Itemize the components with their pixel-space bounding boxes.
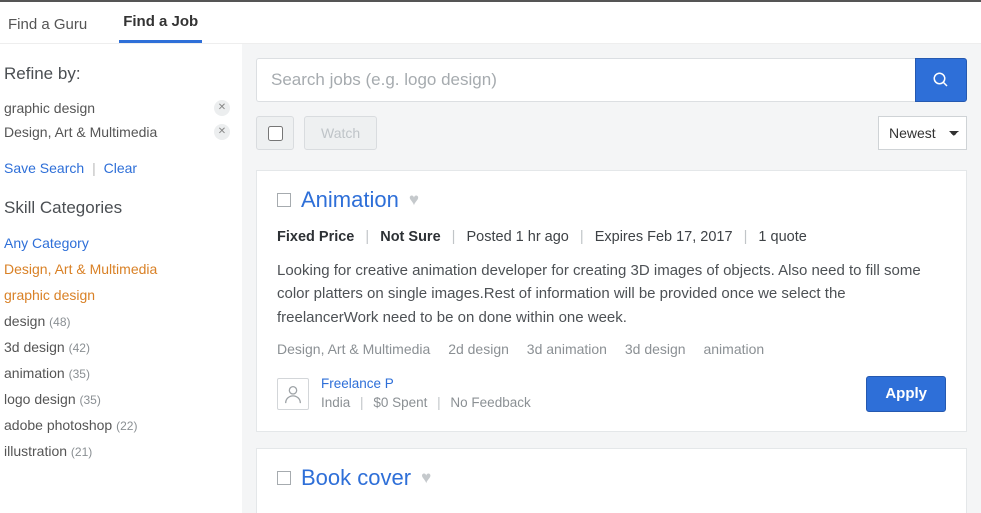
- category-label: 3d design: [4, 339, 65, 355]
- filter-label: graphic design: [4, 100, 95, 116]
- job-card: Book cover ♥: [256, 448, 967, 513]
- category-label: design: [4, 313, 45, 329]
- category-count: (42): [69, 341, 90, 355]
- sort-select[interactable]: Newest: [878, 116, 967, 150]
- category-count: (22): [116, 419, 137, 433]
- price-type: Fixed Price: [277, 229, 354, 245]
- search-input[interactable]: [256, 58, 915, 102]
- category-item[interactable]: illustration (21): [4, 438, 230, 464]
- job-title-link[interactable]: Animation: [301, 187, 399, 213]
- expires: Expires Feb 17, 2017: [595, 229, 733, 245]
- main-tabs: Find a Guru Find a Job: [0, 2, 981, 44]
- budget: Not Sure: [380, 229, 440, 245]
- filter-actions: Save Search | Clear: [4, 160, 230, 176]
- search-icon: [932, 71, 950, 89]
- job-tags: Design, Art & Multimedia 2d design 3d an…: [277, 341, 946, 357]
- select-all-checkbox[interactable]: [268, 126, 283, 141]
- separator: |: [92, 160, 96, 176]
- category-label: illustration: [4, 443, 67, 459]
- job-checkbox[interactable]: [277, 471, 291, 485]
- active-filter: graphic design ✕: [4, 96, 230, 120]
- category-item[interactable]: logo design (35): [4, 386, 230, 412]
- poster-feedback: No Feedback: [450, 395, 530, 410]
- save-search-link[interactable]: Save Search: [4, 160, 84, 176]
- tag[interactable]: 3d design: [625, 341, 686, 357]
- apply-button[interactable]: Apply: [866, 376, 946, 412]
- job-description: Looking for creative animation developer…: [277, 259, 946, 329]
- poster-row: Freelance P India | $0 Spent | No Feedba…: [277, 375, 946, 413]
- category-item[interactable]: graphic design: [4, 282, 230, 308]
- category-item[interactable]: adobe photoshop (22): [4, 412, 230, 438]
- watch-button[interactable]: Watch: [304, 116, 377, 150]
- posted-time: Posted 1 hr ago: [466, 229, 568, 245]
- category-label: animation: [4, 365, 65, 381]
- skill-categories-heading: Skill Categories: [4, 198, 230, 218]
- poster-spent: $0 Spent: [373, 395, 427, 410]
- tab-find-guru[interactable]: Find a Guru: [4, 6, 91, 43]
- category-item[interactable]: animation (35): [4, 360, 230, 386]
- category-any[interactable]: Any Category: [4, 230, 230, 256]
- search-button[interactable]: [915, 58, 967, 102]
- job-meta: Fixed Price | Not Sure | Posted 1 hr ago…: [277, 229, 946, 245]
- poster-location: India: [321, 395, 350, 410]
- tag[interactable]: animation: [703, 341, 764, 357]
- select-all-box[interactable]: [256, 116, 294, 150]
- category-item[interactable]: Design, Art & Multimedia: [4, 256, 230, 282]
- tab-find-job[interactable]: Find a Job: [119, 3, 202, 43]
- poster-name-link[interactable]: Freelance P: [321, 376, 394, 391]
- category-label: adobe photoshop: [4, 417, 112, 433]
- tag[interactable]: 2d design: [448, 341, 509, 357]
- category-item[interactable]: design (48): [4, 308, 230, 334]
- favorite-icon[interactable]: ♥: [421, 468, 431, 488]
- tag[interactable]: Design, Art & Multimedia: [277, 341, 430, 357]
- avatar: [277, 378, 309, 410]
- job-card: Animation ♥ Fixed Price | Not Sure | Pos…: [256, 170, 967, 432]
- main-content: Watch Newest Animation ♥ Fixed Price | N…: [242, 44, 981, 513]
- poster-info: Freelance P India | $0 Spent | No Feedba…: [321, 375, 531, 413]
- refine-by-heading: Refine by:: [4, 64, 230, 84]
- favorite-icon[interactable]: ♥: [409, 190, 419, 210]
- category-item[interactable]: 3d design (42): [4, 334, 230, 360]
- category-count: (48): [49, 315, 70, 329]
- tag[interactable]: 3d animation: [527, 341, 607, 357]
- category-count: (21): [71, 445, 92, 459]
- clear-filters-link[interactable]: Clear: [104, 160, 137, 176]
- remove-filter-icon[interactable]: ✕: [214, 124, 230, 140]
- filter-label: Design, Art & Multimedia: [4, 124, 157, 140]
- quotes-count: 1 quote: [758, 229, 806, 245]
- user-icon: [282, 383, 304, 405]
- remove-filter-icon[interactable]: ✕: [214, 100, 230, 116]
- sidebar: Refine by: graphic design ✕ Design, Art …: [0, 44, 242, 513]
- search-bar: [256, 58, 967, 102]
- category-count: (35): [69, 367, 90, 381]
- category-count: (35): [80, 393, 101, 407]
- active-filter: Design, Art & Multimedia ✕: [4, 120, 230, 144]
- job-checkbox[interactable]: [277, 193, 291, 207]
- sort-wrap: Newest: [878, 116, 967, 150]
- results-toolbar: Watch Newest: [256, 116, 967, 150]
- job-title-link[interactable]: Book cover: [301, 465, 411, 491]
- category-label: logo design: [4, 391, 76, 407]
